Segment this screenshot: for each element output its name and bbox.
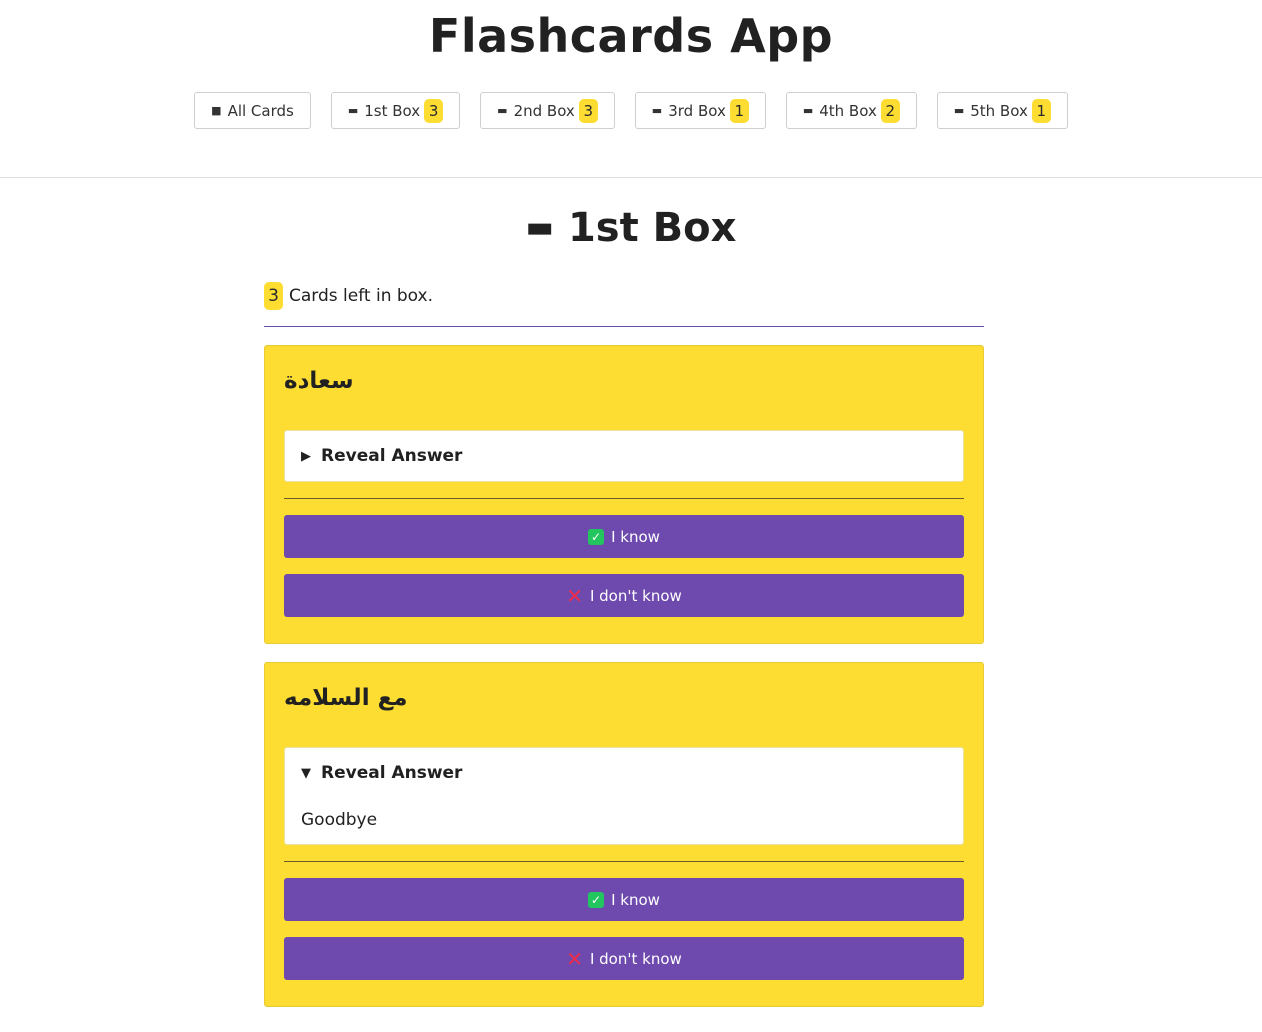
nav-label: All Cards: [227, 101, 294, 120]
card-divider: [284, 861, 964, 862]
count-badge: 3: [578, 98, 598, 123]
count-badge: 2: [880, 98, 900, 123]
cross-mark-icon: ✕: [566, 583, 583, 608]
card-box-icon: ▬: [953, 104, 965, 117]
card-divider: [284, 498, 964, 499]
app-header: Flashcards App ■ All Cards ▬ 1st Box 3 ▬…: [0, 0, 1262, 178]
nav-5th-box-button[interactable]: ▬ 5th Box 1: [936, 92, 1068, 129]
reveal-label: Reveal Answer: [321, 446, 463, 466]
box-nav: ■ All Cards ▬ 1st Box 3 ▬ 2nd Box 3 ▬ 3r…: [0, 92, 1262, 129]
i-know-label: I know: [611, 890, 660, 909]
cards-left-badge: 3: [264, 282, 283, 310]
nav-label: 4th Box: [819, 101, 877, 120]
card-word: مع السلامه: [284, 685, 408, 711]
nav-4th-box-button[interactable]: ▬ 4th Box 2: [785, 92, 917, 129]
app-title: Flashcards App: [428, 9, 834, 63]
count-badge: 3: [424, 98, 444, 123]
nav-label: 1st Box: [364, 101, 421, 120]
nav-3rd-box-button[interactable]: ▬ 3rd Box 1: [634, 92, 766, 129]
i-dont-know-button[interactable]: ✕ I don't know: [284, 574, 964, 617]
count-badge: 1: [1031, 98, 1051, 123]
nav-all-cards-button[interactable]: ■ All Cards: [194, 92, 311, 129]
i-dont-know-label: I don't know: [589, 949, 682, 968]
card-box-icon: ▬: [525, 210, 554, 245]
triangle-right-icon: ▶: [301, 448, 311, 464]
section-divider: [264, 326, 984, 327]
card-word: سعادة: [284, 368, 354, 394]
nav-label: 5th Box: [970, 101, 1028, 120]
answer-text: Goodbye: [301, 810, 378, 830]
nav-label: 2nd Box: [513, 101, 575, 120]
check-mark-icon: ✓: [588, 891, 605, 908]
cards-left-status: 3 Cards left in box.: [264, 280, 984, 312]
flashcard: مع السلامه ▼ Reveal Answer Goodbye ✓ I k…: [264, 662, 984, 1007]
reveal-answer-details: ▼ Reveal Answer Goodbye: [284, 747, 964, 845]
i-know-label: I know: [611, 527, 660, 546]
card-box-icon: ▬: [497, 104, 508, 117]
box-title-text: 1st Box: [567, 205, 737, 251]
triangle-down-icon: ▼: [301, 765, 311, 781]
nav-label: 3rd Box: [668, 101, 726, 120]
reveal-answer-toggle[interactable]: ▶ Reveal Answer: [301, 431, 947, 481]
card-box-icon: ▬: [802, 104, 814, 117]
reveal-answer-details: ▶ Reveal Answer: [284, 430, 964, 482]
i-dont-know-label: I don't know: [589, 586, 682, 605]
cards-left-text: Cards left in box.: [289, 286, 434, 306]
check-mark-icon: ✓: [588, 528, 605, 545]
nav-1st-box-button[interactable]: ▬ 1st Box 3: [330, 92, 461, 129]
all-cards-icon: ■: [211, 104, 222, 117]
card-box-icon: ▬: [347, 104, 359, 117]
i-know-button[interactable]: ✓ I know: [284, 515, 964, 558]
nav-2nd-box-button[interactable]: ▬ 2nd Box 3: [480, 92, 615, 129]
flashcard: سعادة ▶ Reveal Answer ✓ I know ✕ I don't…: [264, 345, 984, 644]
reveal-answer-toggle[interactable]: ▼ Reveal Answer: [301, 748, 947, 798]
cross-mark-icon: ✕: [566, 946, 583, 971]
card-box-icon: ▬: [651, 104, 663, 117]
box-content: 3 Cards left in box. سعادة ▶ Reveal Answ…: [264, 280, 984, 1007]
reveal-label: Reveal Answer: [321, 763, 463, 783]
box-title: ▬ 1st Box: [0, 200, 1262, 256]
i-know-button[interactable]: ✓ I know: [284, 878, 964, 921]
count-badge: 1: [729, 98, 749, 123]
i-dont-know-button[interactable]: ✕ I don't know: [284, 937, 964, 980]
